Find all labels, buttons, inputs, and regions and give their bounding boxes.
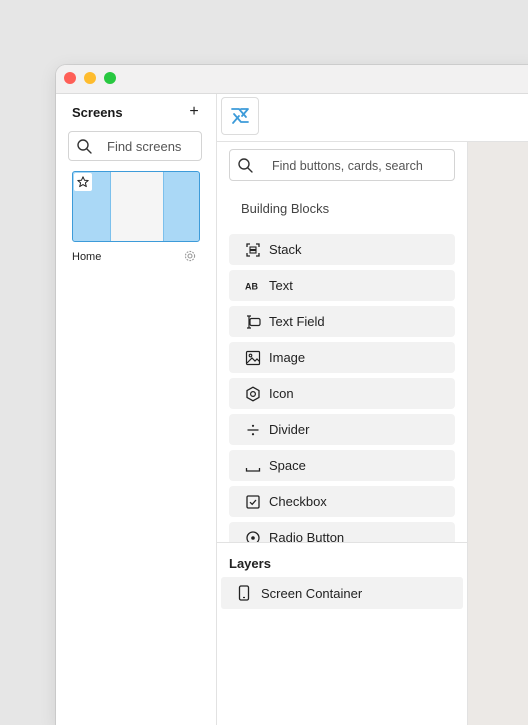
block-image[interactable]: Image (229, 342, 455, 373)
top-toolbar (217, 94, 528, 142)
zoom-window-button[interactable] (104, 72, 116, 84)
search-icon (238, 158, 253, 178)
minimize-window-button[interactable] (84, 72, 96, 84)
layer-screen-container[interactable]: Screen Container (221, 577, 463, 609)
block-stack[interactable]: Stack (229, 234, 455, 265)
block-label: Radio Button (269, 530, 345, 542)
screen-name-home[interactable]: Home (72, 251, 101, 263)
block-text[interactable]: AB Text (229, 270, 455, 301)
block-radio-button[interactable]: Radio Button (229, 522, 455, 542)
building-blocks-panel: Building Blocks Stack AB Text Text Field… (217, 142, 468, 725)
block-checkbox[interactable]: Checkbox (229, 486, 455, 517)
layers-panel: Layers Screen Container (217, 542, 467, 725)
screens-sidebar: Screens + Home (56, 94, 217, 725)
screen-search-input[interactable] (107, 137, 199, 155)
block-space[interactable]: Space (229, 450, 455, 481)
block-search-box[interactable] (229, 149, 455, 181)
divide-icon (245, 422, 261, 438)
block-label: Image (269, 350, 306, 365)
block-label: Checkbox (269, 494, 327, 509)
layers-title: Layers (229, 556, 271, 571)
layer-label: Screen Container (261, 586, 363, 601)
hexagon-icon (245, 386, 261, 402)
block-divider[interactable]: Divider (229, 414, 455, 445)
image-icon (245, 350, 261, 366)
stack-icon (245, 242, 261, 258)
text-field-icon (245, 314, 261, 330)
block-label: Icon (269, 386, 294, 401)
add-screen-button[interactable]: + (186, 102, 202, 122)
block-search-input[interactable] (272, 157, 450, 175)
phone-icon (238, 585, 250, 606)
svg-text:AB: AB (245, 282, 258, 292)
gear-icon[interactable] (183, 249, 197, 268)
block-icon[interactable]: Icon (229, 378, 455, 409)
home-screen-badge (74, 173, 92, 191)
block-label: Space (269, 458, 306, 473)
app-window: Screens + Home Build (56, 65, 528, 725)
building-blocks-heading: Building Blocks (241, 201, 330, 216)
block-label: Text Field (269, 314, 325, 329)
logo-icon (231, 108, 249, 124)
screen-search-box[interactable] (68, 131, 202, 161)
screens-title: Screens (72, 105, 123, 120)
thumbnail-content (110, 172, 164, 241)
title-bar (56, 65, 528, 94)
space-icon (245, 458, 261, 474)
screen-thumbnail-home[interactable] (72, 171, 200, 242)
building-blocks-list[interactable]: Stack AB Text Text Field Image Icon Divi… (217, 234, 467, 542)
block-text-field[interactable]: Text Field (229, 306, 455, 337)
block-label: Divider (269, 422, 310, 437)
search-icon (77, 139, 92, 159)
checkbox-icon (245, 494, 261, 510)
design-canvas[interactable] (468, 142, 528, 725)
text-ab-icon: AB (245, 278, 261, 294)
star-icon (77, 176, 89, 188)
radio-icon (245, 530, 261, 542)
building-blocks-button[interactable] (221, 97, 259, 135)
close-window-button[interactable] (64, 72, 76, 84)
block-label: Text (269, 278, 293, 293)
block-label: Stack (269, 242, 302, 257)
